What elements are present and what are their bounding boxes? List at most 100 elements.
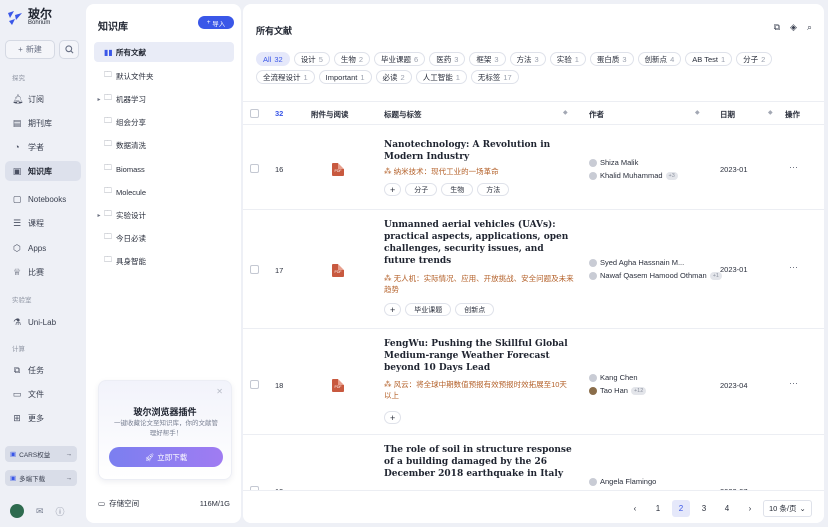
more-actions-icon[interactable]: ··· bbox=[789, 262, 798, 272]
import-button[interactable]: + 导入 bbox=[198, 16, 234, 29]
tag-filter-chip[interactable]: 人工智能 1 bbox=[415, 70, 467, 84]
tag-filter-chip[interactable]: 无标签 17 bbox=[470, 70, 519, 84]
folder-machine-learning[interactable]: ▸ 🗀︎ 机器学习 bbox=[94, 89, 234, 109]
expand-caret[interactable]: ▸ bbox=[94, 212, 104, 219]
tag-chip[interactable]: 创新点 bbox=[455, 303, 495, 316]
more-authors-badge[interactable]: +12 bbox=[630, 386, 647, 395]
tag-chip[interactable]: 毕业课题 bbox=[405, 303, 452, 316]
expand-caret[interactable]: ▸ bbox=[94, 96, 104, 103]
tag-chip[interactable]: 生物 bbox=[441, 183, 474, 196]
column-title[interactable]: 标题与标签 bbox=[384, 109, 422, 120]
nav-item-scholars[interactable]: ◔ 学者 bbox=[5, 137, 81, 157]
nav-item-contests[interactable]: ♕ 比赛 bbox=[5, 262, 81, 282]
tag-filter-chip[interactable]: Important 1 bbox=[318, 70, 372, 84]
pdf-icon[interactable]: PDF bbox=[332, 163, 344, 176]
row-checkbox[interactable] bbox=[250, 164, 259, 173]
paper-title[interactable]: FengWu: Pushing the Skillful Global Medi… bbox=[384, 338, 574, 374]
add-tag-button[interactable]: + bbox=[384, 303, 402, 316]
nav-item-notebooks[interactable]: ▢ Notebooks bbox=[5, 189, 81, 209]
select-all-checkbox[interactable] bbox=[250, 109, 259, 118]
download-now-button[interactable]: 🚀︎ 立即下载 bbox=[109, 447, 223, 467]
pdf-icon[interactable]: PDF bbox=[332, 379, 344, 392]
tag-chip[interactable]: 方法 bbox=[477, 183, 510, 196]
tag-filter-chip[interactable]: 方法 3 bbox=[509, 52, 546, 66]
nav-item-apps[interactable]: ⬡ Apps bbox=[5, 238, 81, 258]
folder-default[interactable]: 🗀︎ 默认文件夹 bbox=[94, 66, 234, 86]
paper-title[interactable]: The role of soil in structure response o… bbox=[384, 444, 574, 480]
tag-filter-chip[interactable]: All 32 bbox=[256, 52, 290, 66]
table-row[interactable]: 16 PDF Nanotechnology: A Revolution in M… bbox=[243, 125, 824, 210]
multi-download-button[interactable]: ▣ 多端下载 → bbox=[5, 470, 77, 486]
nav-item-journals[interactable]: ▤ 期刊库 bbox=[5, 113, 81, 133]
nav-item-courses[interactable]: ☰ 课程 bbox=[5, 213, 81, 233]
folder-today-must-read[interactable]: 🗀︎ 今日必读 bbox=[94, 228, 234, 248]
search-button[interactable] bbox=[59, 40, 79, 59]
page-button-current[interactable]: 2 bbox=[672, 500, 690, 517]
folder-embodied-ai[interactable]: 🗀︎ 具身智能 bbox=[94, 251, 234, 271]
tag-filter-chip[interactable]: 框架 3 bbox=[469, 52, 506, 66]
more-authors-badge[interactable]: +3 bbox=[665, 171, 678, 180]
paper-title[interactable]: Nanotechnology: A Revolution in Modern I… bbox=[384, 139, 574, 163]
tag-filter-chip[interactable]: 实验 1 bbox=[549, 52, 586, 66]
nav-item-subscribe[interactable]: 🔔︎ 订阅 bbox=[5, 89, 81, 109]
folder-data-cleaning[interactable]: 🗀︎ 数据清洗 bbox=[94, 135, 234, 155]
tag-filter-chip[interactable]: 医药 3 bbox=[429, 52, 466, 66]
folder-molecule[interactable]: 🗀︎ Molecule bbox=[94, 182, 234, 202]
next-page-button[interactable]: › bbox=[741, 500, 759, 517]
add-tag-button[interactable]: + bbox=[384, 411, 402, 424]
tag-filter-chip[interactable]: 分子 2 bbox=[736, 52, 773, 66]
prev-page-button[interactable]: ‹ bbox=[626, 500, 644, 517]
tag-icon[interactable]: ◈ bbox=[790, 22, 797, 33]
sort-icon[interactable]: ◆ bbox=[563, 109, 568, 116]
avatar[interactable] bbox=[10, 504, 24, 518]
author-name[interactable]: Angela Flamingo bbox=[600, 477, 656, 486]
author-name[interactable]: Shiza Malik bbox=[600, 158, 638, 167]
tag-filter-chip[interactable]: 毕业课题 6 bbox=[374, 52, 426, 66]
cars-benefit-button[interactable]: ▣ CARS权益 → bbox=[5, 446, 77, 462]
page-button[interactable]: 4 bbox=[718, 500, 736, 517]
sort-icon[interactable]: ◆ bbox=[695, 109, 700, 116]
column-author[interactable]: 作者 bbox=[589, 109, 604, 120]
tag-chip[interactable]: 分子 bbox=[405, 183, 438, 196]
tag-filter-chip[interactable]: 全流程设计 1 bbox=[256, 70, 315, 84]
tag-filter-chip[interactable]: 设计 5 bbox=[293, 52, 330, 66]
nav-item-files[interactable]: ▭ 文件 bbox=[5, 384, 81, 404]
nav-item-unilab[interactable]: ⚗ Uni-Lab bbox=[5, 312, 81, 332]
help-icon[interactable]: ⓘ bbox=[56, 505, 65, 518]
search-icon[interactable]: ⌕ bbox=[807, 22, 812, 33]
author-name[interactable]: Nawaf Qasem Hamood Othman bbox=[600, 271, 707, 280]
row-checkbox[interactable] bbox=[250, 265, 259, 274]
more-actions-icon[interactable]: ··· bbox=[789, 378, 798, 388]
nav-item-tasks[interactable]: ⧉ 任务 bbox=[5, 360, 81, 380]
brand-logo[interactable]: 玻尔 Bohrium bbox=[6, 8, 52, 27]
row-checkbox[interactable] bbox=[250, 380, 259, 389]
more-actions-icon[interactable]: ··· bbox=[789, 162, 798, 172]
table-row[interactable]: 18 PDF FengWu: Pushing the Skillful Glob… bbox=[243, 329, 824, 435]
table-row[interactable]: 17 PDF Unmanned aerial vehicles (UAVs): … bbox=[243, 210, 824, 329]
pdf-icon[interactable]: PDF bbox=[332, 264, 344, 277]
page-button[interactable]: 1 bbox=[649, 500, 667, 517]
folder-group-share[interactable]: 🗀︎ 组会分享 bbox=[94, 112, 234, 132]
tag-filter-chip[interactable]: 生物 2 bbox=[333, 52, 371, 66]
page-button[interactable]: 3 bbox=[695, 500, 713, 517]
tag-filter-chip[interactable]: 必读 2 bbox=[375, 70, 412, 84]
tag-filter-chip[interactable]: 创新点 4 bbox=[637, 52, 682, 66]
folder-experiment-design[interactable]: ▸ 🗀︎ 实验设计 bbox=[94, 205, 234, 225]
folder-all-papers[interactable]: ▮▮ 所有文献 bbox=[94, 42, 234, 62]
page-size-select[interactable]: 10 条/页 ⌄ bbox=[763, 500, 812, 517]
add-tag-button[interactable]: + bbox=[384, 183, 402, 196]
author-name[interactable]: Syed Agha Hassnain M... bbox=[600, 258, 684, 267]
folder-biomass[interactable]: 🗀︎ Biomass bbox=[94, 159, 234, 179]
tag-filter-chip[interactable]: AB Test 1 bbox=[685, 52, 733, 66]
sort-icon[interactable]: ◆ bbox=[768, 109, 773, 116]
author-name[interactable]: Kang Chen bbox=[600, 373, 638, 382]
paper-title[interactable]: Unmanned aerial vehicles (UAVs): practic… bbox=[384, 219, 574, 267]
tag-filter-chip[interactable]: 蛋白质 3 bbox=[589, 52, 634, 66]
nav-item-more[interactable]: ⊞ 更多 bbox=[5, 408, 81, 428]
new-button[interactable]: + 新建 bbox=[5, 40, 55, 59]
author-name[interactable]: Khalid Muhammad bbox=[600, 171, 663, 180]
translate-icon[interactable]: ⧉ bbox=[774, 22, 780, 33]
nav-item-knowledge[interactable]: ▣ 知识库 bbox=[5, 161, 81, 181]
author-name[interactable]: Tao Han bbox=[600, 386, 628, 395]
feedback-icon[interactable]: ✉ bbox=[36, 506, 44, 517]
